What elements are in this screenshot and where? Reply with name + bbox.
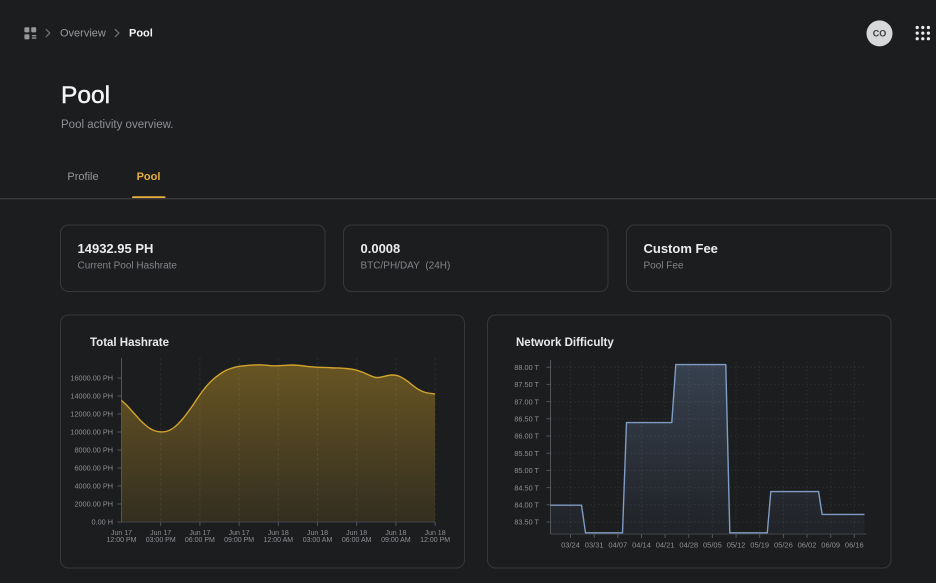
svg-text:06:00 PM: 06:00 PM — [185, 537, 215, 544]
svg-text:04/14: 04/14 — [632, 541, 651, 550]
svg-text:6000.00 PH: 6000.00 PH — [74, 464, 113, 473]
svg-text:Jun 17: Jun 17 — [111, 530, 132, 537]
svg-text:Pool Fee: Pool Fee — [644, 261, 684, 272]
svg-text:87.00 T: 87.00 T — [514, 397, 539, 406]
svg-text:8000.00 PH: 8000.00 PH — [74, 446, 113, 455]
svg-text:0.0008: 0.0008 — [361, 241, 401, 256]
svg-text:06/09: 06/09 — [821, 541, 840, 550]
svg-text:05/26: 05/26 — [774, 541, 793, 550]
svg-text:12:00 PM: 12:00 PM — [107, 537, 137, 544]
svg-text:84.00 T: 84.00 T — [514, 501, 539, 510]
svg-text:2000.00 PH: 2000.00 PH — [74, 500, 113, 509]
svg-text:Jun 17: Jun 17 — [189, 530, 210, 537]
svg-text:14932.95 PH: 14932.95 PH — [78, 241, 154, 256]
svg-text:09:00 PM: 09:00 PM — [224, 537, 254, 544]
svg-text:83.50 T: 83.50 T — [514, 518, 539, 527]
svg-text:06:00 AM: 06:00 AM — [342, 537, 372, 544]
svg-text:05/19: 05/19 — [750, 541, 769, 550]
svg-text:88.00 T: 88.00 T — [514, 363, 539, 372]
svg-text:03/24: 03/24 — [561, 541, 580, 550]
svg-text:14000.00 PH: 14000.00 PH — [70, 392, 113, 401]
svg-text:Pool: Pool — [61, 82, 110, 109]
svg-text:Network Difficulty: Network Difficulty — [516, 337, 614, 349]
svg-text:12:00 PM: 12:00 PM — [420, 537, 450, 544]
svg-text:87.50 T: 87.50 T — [514, 380, 539, 389]
svg-text:Current Pool Hashrate: Current Pool Hashrate — [78, 261, 178, 272]
svg-text:Overview: Overview — [60, 27, 106, 39]
svg-text:Jun 18: Jun 18 — [307, 530, 328, 537]
svg-text:Jun 18: Jun 18 — [346, 530, 367, 537]
svg-text:4000.00 PH: 4000.00 PH — [74, 482, 113, 491]
svg-text:Pool: Pool — [129, 27, 153, 39]
svg-text:Jun 17: Jun 17 — [150, 530, 171, 537]
svg-text:Jun 18: Jun 18 — [268, 530, 289, 537]
svg-text:84.50 T: 84.50 T — [514, 483, 539, 492]
svg-text:85.50 T: 85.50 T — [514, 449, 539, 458]
svg-text:04/21: 04/21 — [656, 541, 675, 550]
svg-text:04/28: 04/28 — [679, 541, 698, 550]
svg-text:Pool: Pool — [137, 171, 161, 183]
svg-text:Custom Fee: Custom Fee — [644, 241, 718, 256]
svg-text:05/05: 05/05 — [703, 541, 722, 550]
svg-text:86.50 T: 86.50 T — [514, 415, 539, 424]
svg-text:05/12: 05/12 — [727, 541, 746, 550]
svg-text:06/16: 06/16 — [845, 541, 864, 550]
svg-text:Pool activity overview.: Pool activity overview. — [61, 119, 174, 131]
svg-text:Jun 17: Jun 17 — [229, 530, 250, 537]
svg-text:85.00 T: 85.00 T — [514, 466, 539, 475]
svg-text:12000.00 PH: 12000.00 PH — [70, 410, 113, 419]
svg-text:03:00 AM: 03:00 AM — [303, 537, 333, 544]
svg-text:09:00 AM: 09:00 AM — [381, 537, 411, 544]
svg-text:10000.00 PH: 10000.00 PH — [70, 428, 113, 437]
svg-text:Total Hashrate: Total Hashrate — [90, 337, 169, 349]
svg-text:03/31: 03/31 — [585, 541, 604, 550]
svg-text:06/02: 06/02 — [798, 541, 817, 550]
svg-text:0.00 H: 0.00 H — [92, 518, 114, 527]
svg-text:Jun 18: Jun 18 — [425, 530, 446, 537]
svg-text:12:00 AM: 12:00 AM — [264, 537, 294, 544]
svg-text:03:00 PM: 03:00 PM — [146, 537, 176, 544]
svg-text:86.00 T: 86.00 T — [514, 432, 539, 441]
svg-text:CO: CO — [873, 29, 887, 39]
svg-text:Jun 18: Jun 18 — [385, 530, 406, 537]
svg-text:16000.00 PH: 16000.00 PH — [70, 374, 113, 383]
svg-text:04/07: 04/07 — [608, 541, 627, 550]
svg-text:Profile: Profile — [67, 171, 98, 183]
svg-text:BTC/PH/DAY (24H): BTC/PH/DAY (24H) — [361, 261, 451, 272]
